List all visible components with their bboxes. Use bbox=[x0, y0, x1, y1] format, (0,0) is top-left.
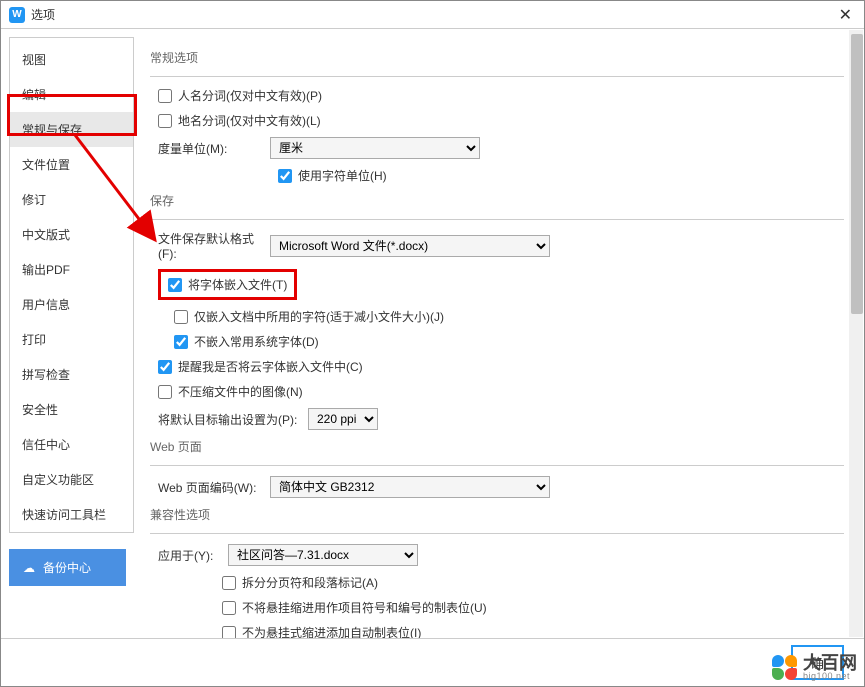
select-web-encoding[interactable]: 简体中文 GB2312 bbox=[270, 476, 550, 498]
footer: 确 bbox=[1, 638, 864, 686]
sidebar-item-user-info[interactable]: 用户信息 bbox=[10, 287, 133, 322]
select-target-output[interactable]: 220 ppi bbox=[308, 408, 378, 430]
label-apply-to: 应用于(Y): bbox=[158, 547, 228, 564]
section-save-title: 保存 bbox=[150, 192, 844, 209]
watermark-logo-icon bbox=[772, 655, 797, 680]
watermark-en: big100.net bbox=[803, 672, 857, 681]
checkbox-cloud-font[interactable] bbox=[158, 360, 172, 374]
label-char-unit: 使用字符单位(H) bbox=[298, 167, 387, 184]
checkbox-no-compress[interactable] bbox=[158, 385, 172, 399]
label-split-page: 拆分分页符和段落标记(A) bbox=[242, 574, 378, 591]
label-place-seg: 地名分词(仅对中文有效)(L) bbox=[178, 112, 321, 129]
select-apply-to[interactable]: 社区问答—7.31.docx bbox=[228, 544, 418, 566]
checkbox-split-page[interactable] bbox=[222, 576, 236, 590]
select-default-format[interactable]: Microsoft Word 文件(*.docx) bbox=[270, 235, 550, 257]
window-title: 选项 bbox=[31, 6, 55, 23]
scrollbar-thumb[interactable] bbox=[851, 34, 863, 314]
section-general-title: 常规选项 bbox=[150, 49, 844, 66]
sidebar-item-customize-ribbon[interactable]: 自定义功能区 bbox=[10, 462, 133, 497]
divider bbox=[150, 76, 844, 77]
label-name-seg: 人名分词(仅对中文有效)(P) bbox=[178, 87, 322, 104]
divider bbox=[150, 219, 844, 220]
sidebar-item-general-save[interactable]: 常规与保存 bbox=[10, 112, 133, 147]
backup-center-button[interactable]: ☁ 备份中心 bbox=[9, 549, 126, 586]
label-no-tab: 不将悬挂缩进用作项目符号和编号的制表位(U) bbox=[242, 599, 487, 616]
checkbox-embed-used-only[interactable] bbox=[174, 310, 188, 324]
label-no-auto-tab: 不为悬挂式缩进添加自动制表位(I) bbox=[242, 624, 421, 638]
watermark-cn: 大百网 bbox=[803, 654, 857, 672]
checkbox-embed-font[interactable] bbox=[168, 278, 182, 292]
label-no-common: 不嵌入常用系统字体(D) bbox=[194, 333, 319, 350]
sidebar-item-quick-access[interactable]: 快速访问工具栏 bbox=[10, 497, 133, 532]
app-icon: W bbox=[9, 7, 25, 23]
titlebar: W 选项 ✕ bbox=[1, 1, 864, 29]
label-cloud-font: 提醒我是否将云字体嵌入文件中(C) bbox=[178, 358, 363, 375]
section-compat-title: 兼容性选项 bbox=[150, 506, 844, 523]
sidebar-item-trust-center[interactable]: 信任中心 bbox=[10, 427, 133, 462]
sidebar-item-edit[interactable]: 编辑 bbox=[10, 77, 133, 112]
sidebar-item-view[interactable]: 视图 bbox=[10, 42, 133, 77]
divider bbox=[150, 533, 844, 534]
label-target-output: 将默认目标输出设置为(P): bbox=[158, 411, 308, 428]
sidebar-item-print[interactable]: 打印 bbox=[10, 322, 133, 357]
backup-icon: ☁ bbox=[23, 561, 35, 575]
highlight-embed-font: 将字体嵌入文件(T) bbox=[158, 269, 297, 300]
label-embed-used-only: 仅嵌入文档中所用的字符(适于减小文件大小)(J) bbox=[194, 308, 444, 325]
checkbox-char-unit[interactable] bbox=[278, 169, 292, 183]
content-panel: 常规选项 人名分词(仅对中文有效)(P) 地名分词(仅对中文有效)(L) 度量单… bbox=[134, 29, 864, 638]
checkbox-no-auto-tab[interactable] bbox=[222, 626, 236, 639]
select-unit[interactable]: 厘米 bbox=[270, 137, 480, 159]
sidebar-item-spellcheck[interactable]: 拼写检查 bbox=[10, 357, 133, 392]
watermark: 大百网 big100.net bbox=[772, 654, 857, 681]
checkbox-place-seg[interactable] bbox=[158, 114, 172, 128]
label-no-compress: 不压缩文件中的图像(N) bbox=[178, 383, 303, 400]
divider bbox=[150, 465, 844, 466]
checkbox-no-tab[interactable] bbox=[222, 601, 236, 615]
sidebar-item-export-pdf[interactable]: 输出PDF bbox=[10, 252, 133, 287]
checkbox-name-seg[interactable] bbox=[158, 89, 172, 103]
label-default-format: 文件保存默认格式(F): bbox=[158, 230, 270, 261]
close-icon[interactable]: ✕ bbox=[835, 5, 856, 25]
label-unit: 度量单位(M): bbox=[158, 140, 270, 157]
label-web-encoding: Web 页面编码(W): bbox=[158, 479, 270, 496]
label-embed-font: 将字体嵌入文件(T) bbox=[188, 276, 287, 293]
sidebar-item-chinese-layout[interactable]: 中文版式 bbox=[10, 217, 133, 252]
sidebar-item-file-location[interactable]: 文件位置 bbox=[10, 147, 133, 182]
sidebar-item-security[interactable]: 安全性 bbox=[10, 392, 133, 427]
checkbox-no-common[interactable] bbox=[174, 335, 188, 349]
sidebar: 视图 编辑 常规与保存 文件位置 修订 中文版式 输出PDF 用户信息 打印 拼… bbox=[9, 37, 134, 533]
backup-label: 备份中心 bbox=[43, 559, 91, 576]
section-web-title: Web 页面 bbox=[150, 438, 844, 455]
sidebar-item-revision[interactable]: 修订 bbox=[10, 182, 133, 217]
